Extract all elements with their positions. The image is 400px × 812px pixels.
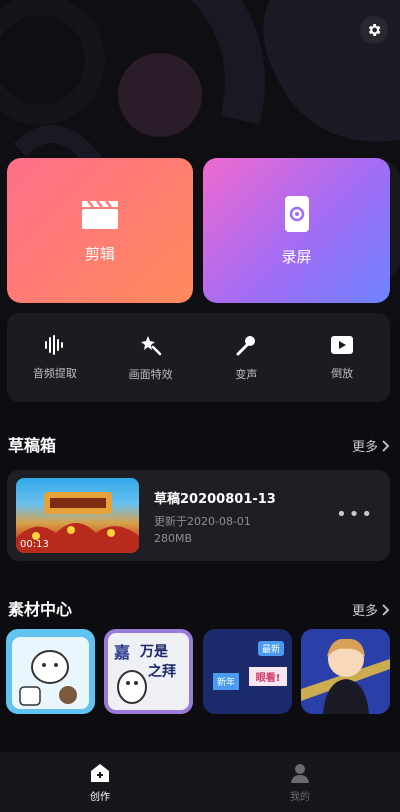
edit-card-label: 剪辑 (84, 245, 115, 263)
tab-create-label: 创作 (90, 791, 110, 803)
material-tile[interactable] (6, 629, 95, 714)
materials-section-title: 素材中心 (8, 600, 73, 619)
home-create-icon (91, 763, 109, 782)
sticker-text: 新年 (213, 673, 240, 690)
gear-icon (368, 24, 381, 36)
cartoon-face-sticker (12, 637, 89, 709)
draft-updated: 更新于2020-08-01 (154, 515, 251, 528)
microphone-icon (236, 335, 256, 355)
sticker-text: 之拜 (148, 664, 176, 680)
screen-record-icon (284, 196, 309, 232)
sticker-text: 嘉 (114, 643, 131, 662)
settings-button[interactable] (360, 16, 388, 44)
materials-more-link[interactable]: 更多 (352, 600, 390, 619)
material-tile[interactable]: 嘉 万是 之拜 (104, 629, 193, 714)
sticker-text: 眼看! (249, 667, 287, 686)
record-screen-card[interactable]: 录屏 (203, 158, 390, 303)
clapperboard-icon (82, 200, 118, 229)
draft-item[interactable]: 00:13 草稿20200801-13 更新于2020-08-01 280MB … (7, 470, 390, 561)
record-screen-label: 录屏 (281, 248, 312, 266)
more-label: 更多 (351, 440, 378, 455)
tab-mine[interactable]: 我的 (289, 762, 311, 803)
bottom-tab-bar: 创作 我的 (0, 752, 400, 812)
more-label: 更多 (351, 604, 378, 619)
draft-name: 草稿20200801-13 (154, 492, 276, 507)
draft-thumbnail: 00:13 (16, 478, 139, 553)
tool-label: 倒放 (331, 366, 354, 380)
tool-reverse[interactable]: 倒放 (302, 335, 382, 381)
chevron-right-icon (382, 439, 390, 452)
tab-mine-label: 我的 (290, 791, 310, 803)
tool-visual-effects[interactable]: 画面特效 (111, 334, 191, 382)
more-options-button[interactable]: ••• (336, 504, 374, 525)
tool-label: 音频提取 (32, 366, 77, 380)
draft-size: 280MB (154, 532, 193, 545)
tool-label: 变声 (235, 367, 258, 381)
anime-character-sticker (301, 629, 390, 714)
play-reverse-icon (331, 335, 354, 354)
drafts-more-link[interactable]: 更多 (352, 436, 390, 455)
chevron-right-icon (382, 603, 390, 616)
tool-audio-extract[interactable]: 音频提取 (15, 334, 95, 381)
tool-voice-change[interactable]: 变声 (206, 334, 286, 382)
sticker-text: 万是 (140, 644, 168, 660)
tab-create[interactable]: 创作 (89, 762, 111, 803)
tool-label: 画面特效 (128, 367, 173, 381)
magic-wand-icon (140, 335, 161, 355)
draft-duration: 00:13 (20, 539, 49, 550)
drafts-section-title: 草稿箱 (8, 436, 57, 455)
audio-wave-icon (44, 334, 63, 355)
material-tile[interactable] (301, 629, 390, 714)
user-icon (291, 763, 309, 783)
edit-card[interactable]: 剪辑 (7, 158, 193, 303)
sticker-text: 最新 (257, 641, 284, 656)
tools-panel: 音频提取 画面特效 变声 倒放 (7, 313, 390, 402)
material-tile[interactable]: 最新 新年 眼看! (203, 629, 292, 714)
